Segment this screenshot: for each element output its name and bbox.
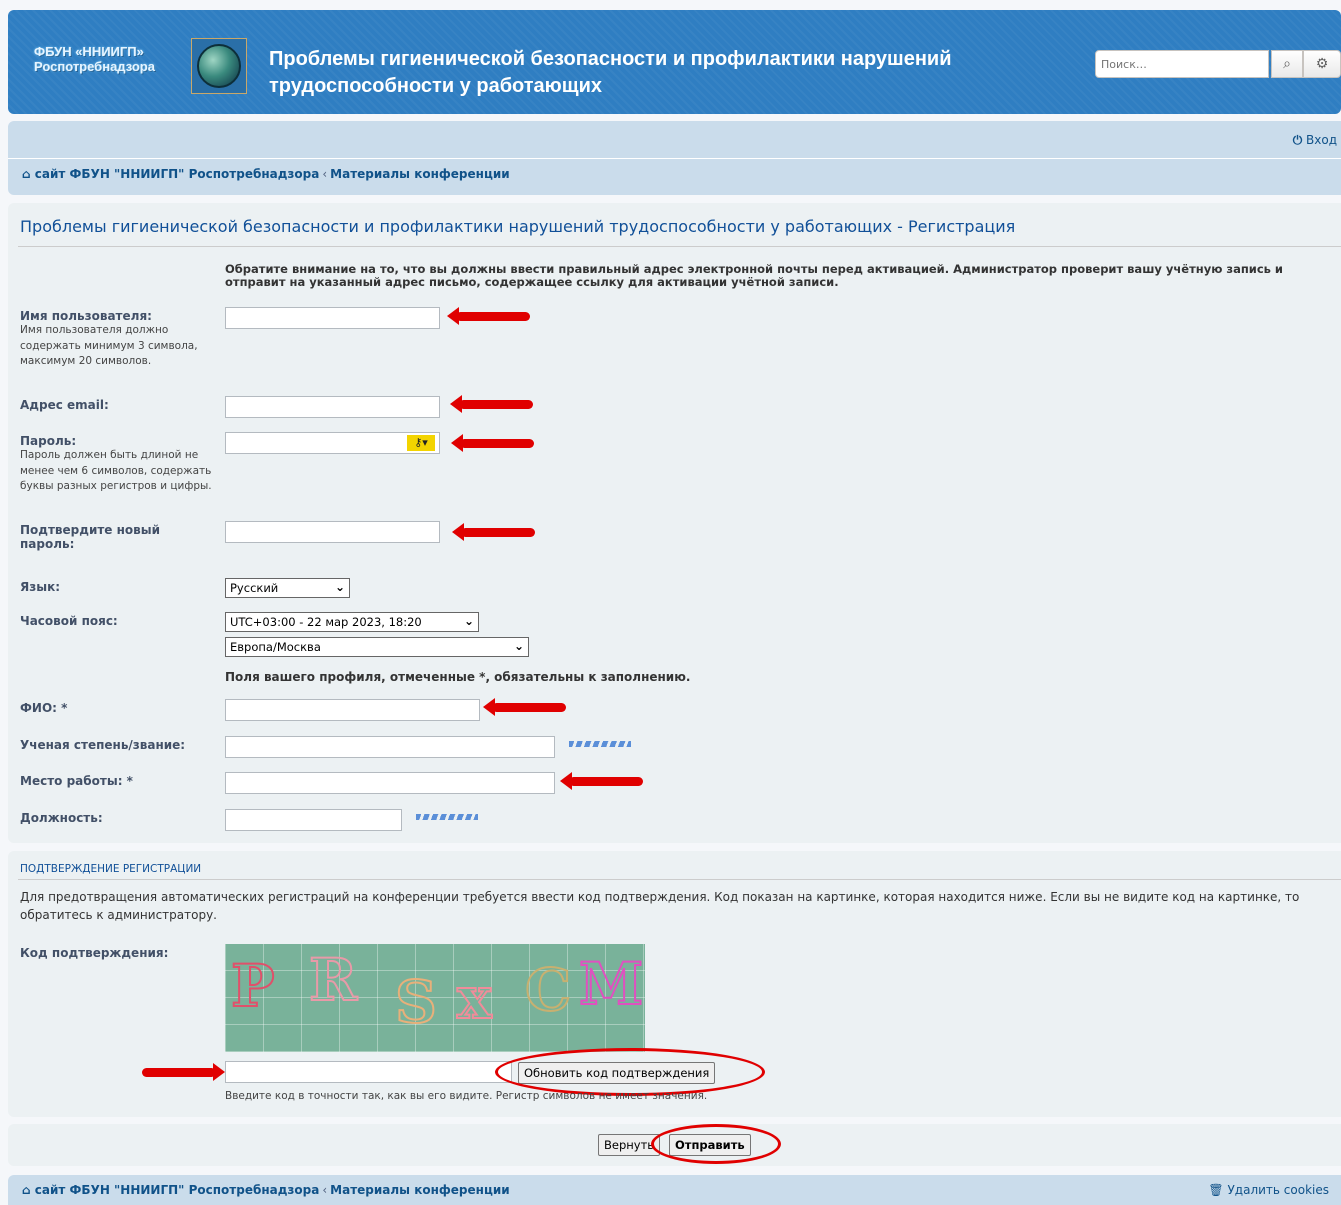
home-icon: ⌂ (22, 1183, 31, 1197)
annotation-arrow-password (451, 434, 534, 452)
globe-logo-icon[interactable] (191, 38, 247, 94)
login-label: Вход (1306, 133, 1337, 147)
email-label: Адрес email: (20, 398, 109, 412)
breadcrumb-forum-link[interactable]: Материалы конференции (330, 167, 510, 181)
field-progress-indicator (569, 741, 631, 747)
annotation-arrow-username (447, 307, 530, 325)
footer-breadcrumb: ⌂ сайт ФБУН "ННИИГП" Роспотребнадзора ‹ Ма… (22, 1183, 510, 1197)
breadcrumb-separator: ‹ (322, 1183, 328, 1197)
position-label: Должность: (20, 811, 103, 825)
password-hint: Пароль должен быть длиной не менее чем 6… (20, 449, 212, 492)
breadcrumb-forum-link[interactable]: Материалы конференции (330, 1183, 510, 1197)
title-divider (18, 246, 1341, 247)
fio-input[interactable] (225, 699, 480, 721)
position-input[interactable] (225, 809, 402, 831)
annotation-arrow-email (450, 395, 533, 413)
captcha-char: S (394, 967, 438, 1037)
site-title: Проблемы гигиенической безопасности и пр… (269, 48, 952, 97)
delete-cookies-link[interactable]: 🗑 Удалить cookies (1208, 1183, 1329, 1197)
trash-icon: 🗑 (1208, 1183, 1224, 1197)
fio-label: ФИО: * (20, 701, 68, 715)
navbar: ⏻ Вход ⌂ сайт ФБУН "ННИИГП" Роспотребнад… (8, 121, 1341, 195)
breadcrumb-separator: ‹ (322, 167, 328, 181)
power-icon: ⏻ (1292, 133, 1303, 147)
delete-cookies-label: Удалить cookies (1227, 1183, 1329, 1197)
annotation-circle-submit (651, 1124, 781, 1164)
gear-icon: ⚙ (1315, 56, 1329, 72)
captcha-panel: ПОДТВЕРЖДЕНИЕ РЕГИСТРАЦИИ Для предотвращ… (8, 851, 1341, 1117)
page-title: Проблемы гигиенической безопасности и пр… (20, 217, 1016, 236)
key-icon[interactable]: ⚷▾ (407, 435, 435, 451)
captcha-char: P (230, 951, 276, 1021)
registration-panel: Проблемы гигиенической безопасности и пр… (8, 203, 1341, 843)
home-icon: ⌂ (22, 167, 31, 181)
username-hint: Имя пользователя должно содержать миниму… (20, 324, 198, 367)
chevron-down-icon: ⌄ (463, 614, 474, 628)
captcha-char: C (524, 955, 572, 1025)
password-input[interactable]: ⚷▾ (225, 432, 440, 454)
login-link[interactable]: ⏻ Вход (1293, 133, 1337, 148)
email-notice: Обратите внимание на то, что вы должны в… (225, 262, 1283, 289)
email-input[interactable] (225, 396, 440, 418)
advanced-search-button[interactable]: ⚙ (1303, 50, 1341, 78)
breadcrumb-site-link[interactable]: сайт ФБУН "ННИИГП" Роспотребнадзора (35, 1183, 320, 1197)
captcha-char: R (308, 945, 358, 1015)
site-logo-text[interactable]: ФБУН «ННИИГП» Роспотребнадзора (34, 44, 189, 74)
captcha-description: Для предотвращения автоматических регист… (20, 890, 1300, 922)
search-button[interactable]: ⌕ (1271, 50, 1303, 78)
footer-bar: ⌂ сайт ФБУН "ННИИГП" Роспотребнадзора ‹ Ма… (8, 1175, 1341, 1205)
breadcrumb-site-link[interactable]: сайт ФБУН "ННИИГП" Роспотребнадзора (35, 167, 320, 181)
search-icon: ⌕ (1283, 56, 1291, 72)
annotation-arrow-confirm (452, 523, 535, 541)
annotation-arrow-workplace (560, 772, 643, 790)
timezone-select[interactable]: UTC+03:00 - 22 мар 2023, 18:20 ⌄ (225, 612, 479, 632)
username-label: Имя пользователя: Имя пользователя должн… (20, 309, 210, 370)
annotation-circle-refresh (495, 1048, 765, 1096)
password-label: Пароль: Пароль должен быть длиной не мен… (20, 434, 212, 495)
degree-input[interactable] (225, 736, 555, 758)
confirm-password-input[interactable] (225, 521, 440, 543)
annotation-arrow-captcha (142, 1063, 225, 1081)
captcha-char: x (456, 963, 493, 1033)
language-label: Язык: (20, 580, 61, 594)
captcha-input[interactable] (225, 1061, 512, 1083)
chevron-down-icon: ⌄ (334, 580, 345, 594)
field-progress-indicator (416, 814, 478, 820)
breadcrumb: ⌂ сайт ФБУН "ННИИГП" Роспотребнадзора ‹ Ма… (22, 167, 510, 181)
workplace-input[interactable] (225, 772, 555, 794)
captcha-section-heading: ПОДТВЕРЖДЕНИЕ РЕГИСТРАЦИИ (20, 863, 202, 875)
captcha-image: P R S x C M (225, 944, 645, 1052)
username-input[interactable] (225, 307, 440, 329)
actions-panel: Вернуть Отправить (8, 1124, 1341, 1166)
language-select[interactable]: Русский ⌄ (225, 578, 350, 598)
region-select[interactable]: Европа/Москва ⌄ (225, 637, 529, 657)
confirm-password-label: Подтвердите новый пароль: (20, 523, 161, 551)
captcha-divider (18, 879, 1341, 880)
workplace-label: Место работы: * (20, 774, 133, 788)
chevron-down-icon: ⌄ (513, 639, 524, 653)
search-input[interactable] (1095, 50, 1269, 78)
annotation-arrow-fio (483, 698, 566, 716)
timezone-label: Часовой пояс: (20, 614, 118, 628)
degree-label: Ученая степень/звание: (20, 738, 186, 752)
required-fields-note: Поля вашего профиля, отмеченные *, обяза… (225, 670, 691, 684)
captcha-label: Код подтверждения: (20, 946, 169, 960)
captcha-hint: Введите код в точности так, как вы его в… (225, 1090, 708, 1102)
captcha-char: M (578, 949, 644, 1019)
navbar-divider (8, 158, 1341, 159)
